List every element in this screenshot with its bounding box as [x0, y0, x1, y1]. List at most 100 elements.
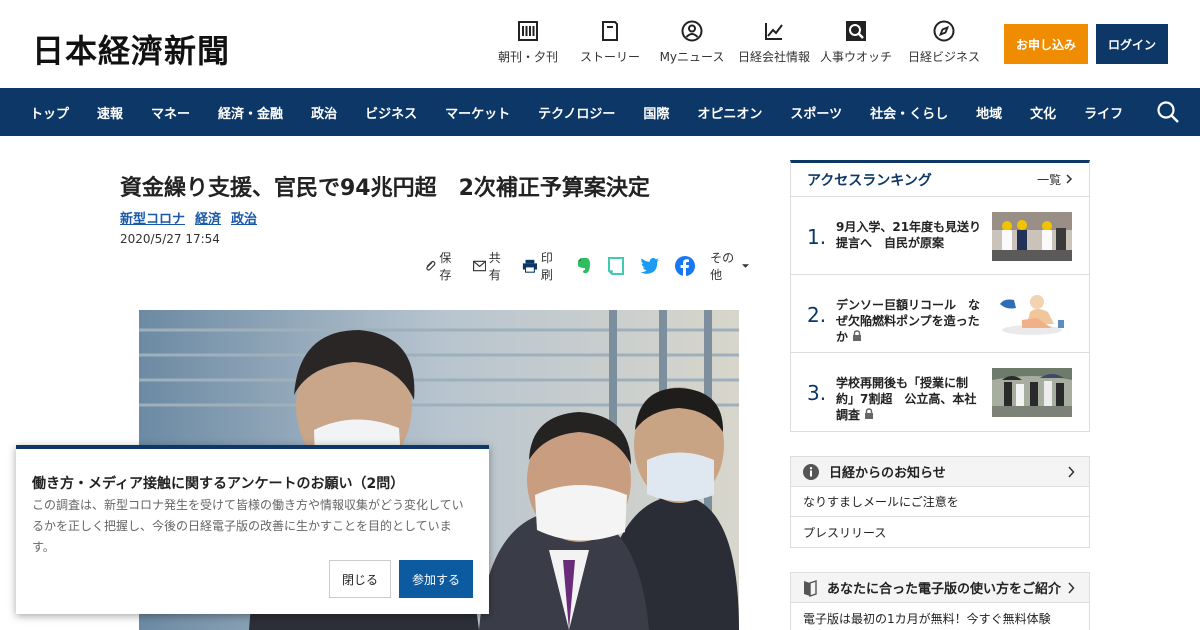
header-shortcuts: 朝刊・夕刊 ストーリー Myニュース 日経会社情報 人事ウオッチ 日経ビジネス — [492, 20, 986, 65]
ranking-item[interactable]: 3. 学校再開後も「授業に制約」7割超 公立高、本社調査 — [791, 353, 1089, 431]
facebook-icon — [675, 256, 696, 276]
survey-popup: 働き方・メディア接触に関するアンケートのお願い（2問） この調査は、新型コロナ発… — [16, 445, 489, 614]
ranking-headline[interactable]: 9月入学、21年度も見送り提言へ 自民が原案 — [836, 219, 986, 251]
share-label: 共有 — [488, 251, 501, 282]
nav-item-life[interactable]: ライフ — [1070, 103, 1137, 122]
tag-link[interactable]: 政治 — [231, 208, 257, 227]
other-share-button[interactable]: その他 — [710, 249, 752, 283]
twitter-button[interactable] — [640, 257, 663, 275]
shortcut-label: 朝刊・夕刊 — [497, 50, 558, 64]
article-title: 資金繰り支援、官民で94兆円超 2次補正予算案決定 — [120, 176, 650, 201]
access-ranking: アクセスランキング 一覧 1. 9月入学、21年度も見送り提言へ 自民が原案 2… — [790, 160, 1090, 432]
ranking-headline[interactable]: デンソー巨額リコール なぜ欠陥燃料ポンプを造ったか — [836, 297, 986, 345]
save-label: 保存 — [439, 251, 452, 282]
site-header: 日本経濟新聞 朝刊・夕刊 ストーリー Myニュース 日経会社情報 人事ウオッチ … — [0, 0, 1200, 88]
shortcut-story[interactable]: ストーリー — [574, 20, 646, 65]
main-nav: トップ 速報 マネー 経済・金融 政治 ビジネス マーケット テクノロジー 国際… — [0, 88, 1200, 136]
info-icon — [803, 463, 819, 480]
tag-link[interactable]: 経済 — [195, 208, 221, 227]
book-icon — [602, 21, 618, 41]
shortcut-label: ストーリー — [579, 50, 640, 64]
shortcut-label: 人事ウオッチ — [820, 50, 893, 64]
book-open-icon — [804, 579, 817, 597]
ranking-thumbnail — [992, 290, 1072, 339]
ranking-item[interactable]: 1. 9月入学、21年度も見送り提言へ 自民が原案 — [791, 197, 1089, 275]
ranking-headline[interactable]: 学校再開後も「授業に制約」7割超 公立高、本社調査 — [836, 375, 986, 423]
share-bar: 保存 共有 印刷 その他 — [424, 251, 764, 282]
share-button[interactable]: 共有 — [472, 249, 510, 283]
nikkei-notices: 日経からのお知らせ なりすましメールにご注意を プレスリリース — [790, 456, 1090, 548]
notice-header[interactable]: 日経からのお知らせ — [791, 457, 1089, 487]
site-logo[interactable]: 日本経濟新聞 — [32, 26, 230, 72]
nav-item-international[interactable]: 国際 — [629, 103, 683, 122]
nav-item-business[interactable]: ビジネス — [351, 103, 431, 122]
compass-icon — [933, 20, 955, 42]
guide-item[interactable]: 電子版は最初の1カ月が無料！今すぐ無料体験 — [791, 603, 1089, 630]
shortcut-company[interactable]: 日経会社情報 — [738, 20, 810, 65]
ranking-header: アクセスランキング 一覧 — [791, 163, 1089, 197]
notice-title: 日経からのお知らせ — [829, 466, 946, 481]
shortcut-personnel[interactable]: 人事ウオッチ — [820, 20, 892, 65]
caret-down-icon — [741, 264, 749, 268]
ranking-headline-text: 学校再開後も「授業に制約」7割超 公立高、本社調査 — [836, 376, 977, 422]
shortcut-mynews[interactable]: Myニュース — [656, 20, 728, 65]
nav-item-market[interactable]: マーケット — [431, 103, 524, 122]
ranking-more-link[interactable]: 一覧 — [1037, 171, 1073, 188]
nav-item-technology[interactable]: テクノロジー — [524, 103, 629, 122]
login-button[interactable]: ログイン — [1096, 24, 1168, 64]
printer-icon — [522, 259, 537, 273]
survey-body: この調査は、新型コロナ発生を受けて皆様の働き方や情報収集がどう変化しているかを正… — [32, 498, 464, 554]
shortcut-business[interactable]: 日経ビジネス — [902, 20, 986, 65]
ranking-number: 1. — [807, 225, 827, 249]
survey-join-button[interactable]: 参加する — [399, 560, 473, 598]
nav-item-economy[interactable]: 経済・金融 — [204, 103, 297, 122]
save-button[interactable]: 保存 — [424, 249, 461, 283]
ranking-item[interactable]: 2. デンソー巨額リコール なぜ欠陥燃料ポンプを造ったか — [791, 275, 1089, 353]
digital-guide: あなたに合った電子版の使い方をご紹介 電子版は最初の1カ月が無料！今すぐ無料体験 — [790, 572, 1090, 630]
ranking-number: 3. — [807, 381, 827, 405]
newspaper-icon — [518, 21, 538, 41]
user-icon — [681, 20, 703, 42]
tag-link[interactable]: 新型コロナ — [120, 208, 185, 227]
apply-button[interactable]: お申し込み — [1004, 24, 1088, 64]
print-label: 印刷 — [540, 251, 553, 282]
note-icon — [608, 257, 625, 275]
evernote-icon — [578, 258, 591, 274]
shortcut-label: 日経会社情報 — [738, 50, 811, 64]
nav-item-top[interactable]: トップ — [16, 103, 83, 122]
paperclip-icon — [426, 260, 436, 271]
chart-icon — [765, 23, 783, 40]
evernote-button[interactable] — [574, 257, 595, 275]
twitter-icon — [640, 258, 660, 274]
print-button[interactable]: 印刷 — [522, 249, 562, 283]
nav-item-sports[interactable]: スポーツ — [776, 103, 856, 122]
notice-item[interactable]: なりすましメールにご注意を — [791, 487, 1089, 517]
guide-header[interactable]: あなたに合った電子版の使い方をご紹介 — [791, 573, 1089, 603]
nav-item-politics[interactable]: 政治 — [297, 103, 351, 122]
notice-item[interactable]: プレスリリース — [791, 517, 1089, 547]
survey-close-button[interactable]: 閉じる — [329, 560, 391, 598]
nav-item-region[interactable]: 地域 — [962, 103, 1016, 122]
search-icon[interactable] — [1156, 100, 1180, 124]
note-button[interactable] — [607, 257, 628, 275]
nav-item-society[interactable]: 社会・くらし — [856, 103, 962, 122]
nav-item-culture[interactable]: 文化 — [1016, 103, 1070, 122]
facebook-button[interactable] — [675, 256, 698, 276]
other-label: その他 — [710, 251, 735, 282]
ranking-number: 2. — [807, 303, 827, 327]
shortcut-label: 日経ビジネス — [907, 50, 980, 64]
chevron-right-icon — [1068, 582, 1075, 594]
guide-title: あなたに合った電子版の使い方をご紹介 — [827, 582, 1062, 597]
ranking-title: アクセスランキング — [807, 172, 932, 189]
shortcut-newspaper[interactable]: 朝刊・夕刊 — [492, 20, 564, 65]
lock-icon — [865, 408, 874, 419]
chevron-right-icon — [1068, 466, 1075, 478]
nav-item-opinion[interactable]: オピニオン — [683, 103, 776, 122]
shortcut-label: Myニュース — [659, 50, 725, 64]
nav-item-breaking[interactable]: 速報 — [83, 103, 137, 122]
mail-icon — [472, 260, 486, 272]
ranking-thumbnail — [992, 212, 1072, 261]
article-date: 2020/5/27 17:54 — [120, 232, 220, 246]
nav-item-money[interactable]: マネー — [137, 103, 204, 122]
chevron-right-icon — [1066, 174, 1073, 184]
